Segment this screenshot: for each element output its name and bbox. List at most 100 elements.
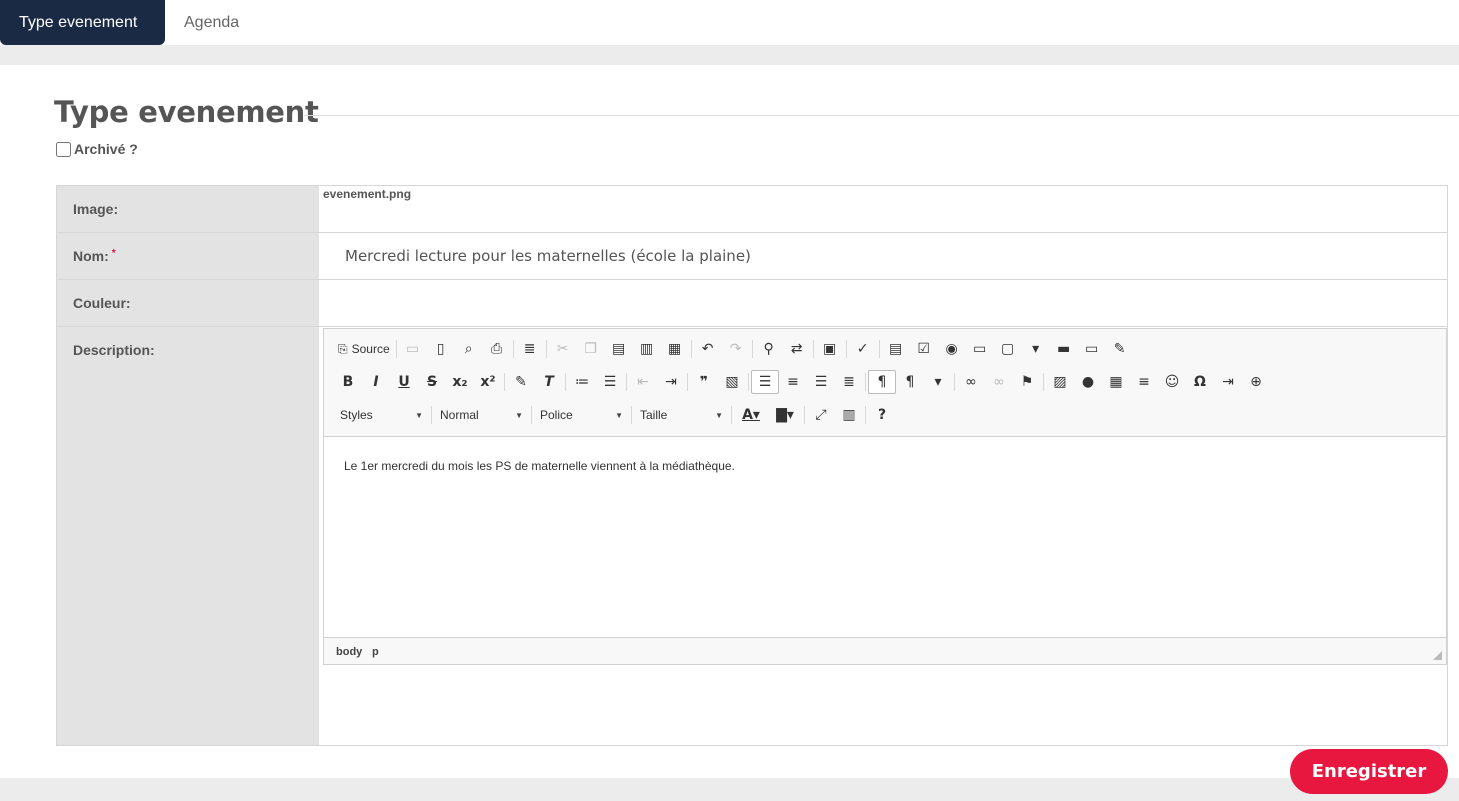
- outdent-icon[interactable]: ⇤: [629, 370, 657, 394]
- rtl-icon[interactable]: ¶: [896, 370, 924, 394]
- div-container-icon[interactable]: ▧: [718, 370, 746, 394]
- anchor-flag-icon[interactable]: ⚑: [1013, 370, 1041, 394]
- styles-combo[interactable]: Styles ▼: [334, 403, 429, 427]
- align-right-icon[interactable]: ☰: [807, 370, 835, 394]
- link-icon[interactable]: ∞: [957, 370, 985, 394]
- toolbar-separator: [545, 340, 547, 358]
- subscript-icon[interactable]: x₂: [446, 370, 474, 394]
- help-button[interactable]: ?: [868, 403, 896, 427]
- undo-icon[interactable]: ↶: [694, 337, 722, 361]
- textarea-icon[interactable]: ▢: [994, 337, 1022, 361]
- paste-text-icon[interactable]: ▥: [633, 337, 661, 361]
- ltr-icon[interactable]: ¶: [868, 370, 896, 394]
- replace-icon[interactable]: ⇄: [783, 337, 811, 361]
- redo-icon[interactable]: ↷: [722, 337, 750, 361]
- form-row-couleur: Couleur:: [57, 280, 1447, 327]
- new-page-icon[interactable]: ▯: [427, 337, 455, 361]
- toolbar-separator: [504, 373, 505, 391]
- toolbar-separator: [626, 373, 627, 391]
- toolbar-separator: [878, 340, 880, 358]
- align-center-icon[interactable]: ≡: [779, 370, 807, 394]
- required-marker: *: [111, 248, 116, 259]
- toolbar-separator: [631, 406, 632, 424]
- italic-icon[interactable]: I: [362, 370, 390, 394]
- justify-icon[interactable]: ≣: [835, 370, 863, 394]
- nom-label-text: Nom:: [73, 248, 109, 264]
- form-icon[interactable]: ▤: [882, 337, 910, 361]
- radio-icon[interactable]: ◉: [938, 337, 966, 361]
- underline-icon[interactable]: U: [390, 370, 418, 394]
- chevron-down-icon: ▼: [415, 410, 423, 420]
- strikethrough-icon[interactable]: S: [418, 370, 446, 394]
- select-icon[interactable]: ▾: [1022, 337, 1050, 361]
- toolbar-separator: [865, 406, 866, 424]
- size-combo[interactable]: Taille ▼: [634, 403, 729, 427]
- source-button[interactable]: ⎘ Source: [334, 337, 394, 361]
- nom-label: Nom: *: [73, 248, 116, 264]
- footer-strip: [0, 778, 1459, 801]
- blockquote-icon[interactable]: ❞: [690, 370, 718, 394]
- editor-paragraph[interactable]: Le 1er mercredi du mois les PS de matern…: [344, 459, 735, 473]
- source-icon: ⎘: [338, 341, 348, 356]
- find-icon[interactable]: ⚲: [755, 337, 783, 361]
- toolbar-separator: [395, 340, 397, 358]
- archive-label[interactable]: Archivé ?: [74, 141, 138, 157]
- indent-icon[interactable]: ⇥: [657, 370, 685, 394]
- textfield-icon[interactable]: ▭: [966, 337, 994, 361]
- editor-content-area[interactable]: Le 1er mercredi du mois les PS de matern…: [324, 437, 1446, 637]
- copy-icon[interactable]: ❐: [577, 337, 605, 361]
- print-icon[interactable]: ⎙: [483, 337, 511, 361]
- copy-format-icon[interactable]: ✎: [507, 370, 535, 394]
- preview-icon[interactable]: ⌕: [455, 337, 483, 361]
- tab-agenda[interactable]: Agenda: [165, 0, 258, 45]
- checkbox-icon[interactable]: ☑: [910, 337, 938, 361]
- remove-format-icon[interactable]: T: [535, 370, 563, 394]
- toolbar-separator: [1043, 373, 1044, 391]
- bulleted-list-icon[interactable]: ☰: [596, 370, 624, 394]
- table-icon[interactable]: ▦: [1102, 370, 1130, 394]
- save-button[interactable]: Enregistrer: [1290, 749, 1448, 794]
- superscript-icon[interactable]: x²: [474, 370, 502, 394]
- nom-input[interactable]: Mercredi lecture pour les maternelles (é…: [345, 247, 751, 265]
- archive-checkbox[interactable]: [56, 141, 71, 157]
- path-p[interactable]: p: [372, 646, 379, 658]
- toolbar-separator: [431, 406, 432, 424]
- tab-type-evenement[interactable]: Type evenement: [0, 0, 165, 45]
- resize-handle-icon[interactable]: [1433, 651, 1442, 660]
- paste-icon[interactable]: ▤: [605, 337, 633, 361]
- font-combo-label: Police: [540, 408, 573, 422]
- show-blocks-icon[interactable]: ▥: [835, 403, 863, 427]
- paste-word-icon[interactable]: ▦: [661, 337, 689, 361]
- smiley-icon[interactable]: ☺: [1158, 370, 1186, 394]
- special-char-icon[interactable]: Ω: [1186, 370, 1214, 394]
- cut-icon[interactable]: ✂: [549, 337, 577, 361]
- bold-icon[interactable]: B: [334, 370, 362, 394]
- templates-icon[interactable]: ≣: [516, 337, 544, 361]
- numbered-list-icon[interactable]: ≔: [568, 370, 596, 394]
- toolbar-row-1: ⎘ Source ▭ ▯ ⌕ ⎙ ≣ ✂ ❐ ▤ ▥ ▦ ↶ ↷ ⚲ ⇄ ▣ ✓…: [334, 336, 1134, 362]
- align-left-icon[interactable]: ☰: [751, 370, 779, 394]
- horizontal-line-icon[interactable]: ≡: [1130, 370, 1158, 394]
- select-all-icon[interactable]: ▣: [816, 337, 844, 361]
- iframe-globe-icon[interactable]: ⊕: [1242, 370, 1270, 394]
- spellcheck-icon[interactable]: ✓: [849, 337, 877, 361]
- styles-combo-label: Styles: [340, 408, 373, 422]
- background-color-icon[interactable]: ▇▾: [768, 403, 802, 427]
- maximize-icon[interactable]: ⤢: [807, 403, 835, 427]
- unlink-icon[interactable]: ∞: [985, 370, 1013, 394]
- toolbar-separator: [845, 340, 847, 358]
- path-body[interactable]: body: [336, 646, 362, 658]
- save-icon[interactable]: ▭: [399, 337, 427, 361]
- text-color-icon[interactable]: A▾: [734, 403, 768, 427]
- editor-path-bar: body p: [324, 637, 1446, 664]
- format-combo[interactable]: Normal ▼: [434, 403, 529, 427]
- language-icon[interactable]: ▾: [924, 370, 952, 394]
- hidden-field-icon[interactable]: ✎: [1106, 337, 1134, 361]
- button-icon[interactable]: ▬: [1050, 337, 1078, 361]
- page-break-icon[interactable]: ⇥: [1214, 370, 1242, 394]
- image-icon[interactable]: ▨: [1046, 370, 1074, 394]
- image-button-icon[interactable]: ▭: [1078, 337, 1106, 361]
- image-filename[interactable]: evenement.png: [323, 187, 411, 201]
- flash-icon[interactable]: ●: [1074, 370, 1102, 394]
- font-combo[interactable]: Police ▼: [534, 403, 629, 427]
